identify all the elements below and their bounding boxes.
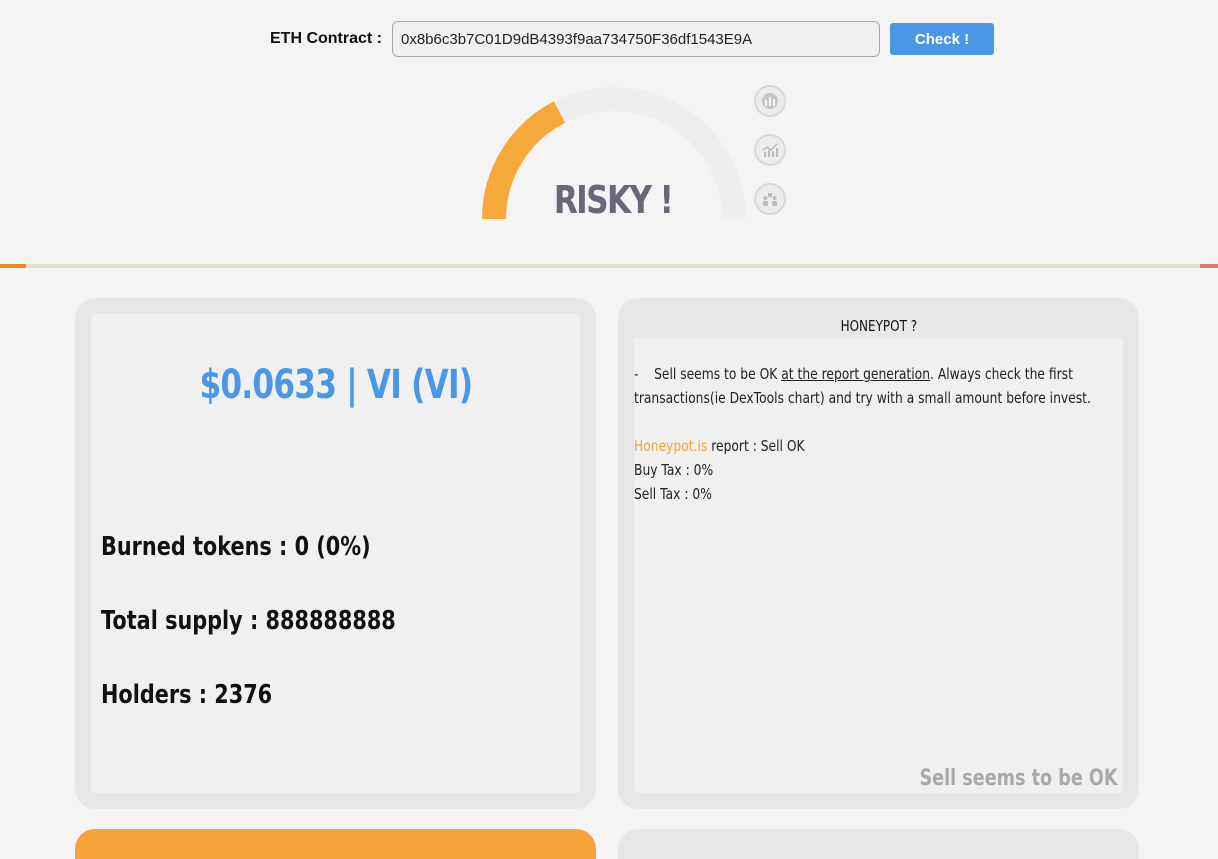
token-info-panel: $0.0633 | VI (VI) Burned tokens : 0 (0%)… (91, 314, 580, 793)
total-supply: Total supply : 888888888 (101, 606, 396, 636)
provider-report-text: report : Sell OK (707, 437, 805, 455)
bar-chart-button[interactable] (754, 134, 786, 166)
bar-chart-icon (762, 143, 778, 157)
token-price-text: $0.0633 | VI (VI) (199, 362, 473, 408)
honeypot-title: HONEYPOT ? (840, 317, 917, 335)
honeypot-is-link[interactable]: Honeypot.is (634, 437, 707, 455)
check-button[interactable]: Check ! (890, 23, 994, 55)
holders-button[interactable] (754, 183, 786, 215)
progress-end-marker (1200, 264, 1218, 268)
honeypot-summary-line: - Sell seems to be OK at the report gene… (634, 362, 1126, 386)
next-card-right (618, 829, 1139, 859)
eth-contract-label: ETH Contract : (270, 30, 382, 47)
provider-line: Honeypot.is report : Sell OK (634, 434, 1126, 458)
chart-button[interactable] (754, 85, 786, 117)
report-generation-link[interactable]: at the report generation (781, 365, 930, 383)
bullet-dash: - (634, 365, 639, 383)
sell-ok-text: Sell seems to be OK (654, 365, 782, 383)
progress-fill (0, 264, 26, 268)
next-card-left (75, 829, 596, 859)
token-info-card: $0.0633 | VI (VI) Burned tokens : 0 (0%)… (75, 298, 596, 809)
honeypot-verdict: Sell seems to be OK (919, 766, 1117, 791)
honeypot-header: HONEYPOT ? (634, 314, 1123, 338)
honeypot-panel: HONEYPOT ? - Sell seems to be OK at the … (634, 314, 1123, 793)
honeypot-card: HONEYPOT ? - Sell seems to be OK at the … (618, 298, 1139, 809)
scan-progress-bar (0, 264, 1218, 268)
token-price-title: $0.0633 | VI (VI) (91, 362, 580, 408)
sell-tax: Sell Tax : 0% (634, 485, 712, 503)
honeypot-report: - Sell seems to be OK at the report gene… (634, 362, 1126, 506)
burned-tokens: Burned tokens : 0 (0%) (101, 532, 371, 562)
check-advice-text: . Always check the first (929, 365, 1073, 383)
buy-tax: Buy Tax : 0% (634, 461, 714, 479)
users-icon (763, 193, 777, 206)
check-advice-text-2: transactions(ie DexTools chart) and try … (634, 389, 1091, 407)
holders-count: Holders : 2376 (101, 680, 273, 710)
chart-icon (762, 93, 778, 109)
contract-address-input[interactable] (392, 21, 880, 57)
risk-level-label: RISKY ! (553, 178, 674, 222)
